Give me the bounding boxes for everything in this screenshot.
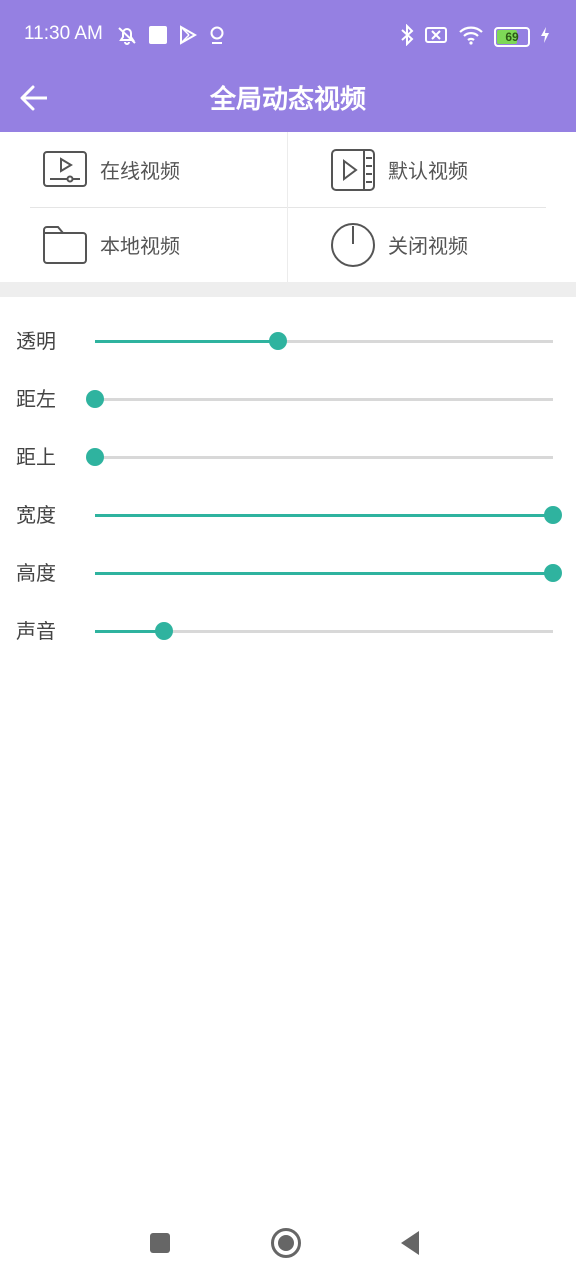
square-notification-icon (148, 25, 168, 49)
slider-thumb[interactable] (86, 390, 104, 408)
folder-icon (42, 222, 88, 268)
online-video-label: 在线视频 (100, 159, 180, 183)
battery-icon: 69 (494, 27, 530, 47)
slider-label-left-offset: 距左 (16, 387, 56, 411)
status-right-icons: 69 (400, 23, 550, 50)
location-pin-icon (208, 25, 226, 49)
online-video-icon (42, 147, 88, 193)
charging-icon (540, 26, 550, 48)
height-slider[interactable] (95, 564, 562, 582)
top-offset-slider[interactable] (86, 448, 553, 466)
slider-row-height: 高度 (0, 544, 576, 602)
app-bar: 全局动态视频 (0, 70, 576, 132)
play-store-icon (178, 25, 198, 49)
system-nav-bar (0, 1210, 576, 1280)
slider-thumb[interactable] (154, 622, 173, 640)
slider-fill (95, 630, 164, 633)
slider-label-opacity: 透明 (16, 329, 56, 353)
slider-thumb[interactable] (544, 506, 562, 524)
status-left-icons (116, 24, 226, 50)
default-video-label: 默认视频 (388, 159, 468, 183)
slider-row-left-offset: 距左 (0, 370, 576, 428)
volume-slider[interactable] (95, 622, 553, 640)
slider-row-volume: 声音 (0, 602, 576, 660)
slider-fill (95, 572, 553, 575)
battery-level: 69 (505, 30, 519, 44)
recents-square-icon (149, 1232, 171, 1258)
no-sim-icon (424, 25, 448, 49)
local-video-label: 本地视频 (100, 234, 180, 258)
width-slider[interactable] (95, 506, 562, 524)
home-circle-icon (270, 1227, 302, 1263)
close-video-button[interactable]: 关闭视频 (330, 207, 576, 282)
status-bar: 11:30 AM 69 (0, 0, 576, 70)
slider-label-height: 高度 (16, 561, 56, 585)
default-video-icon (330, 147, 376, 193)
wifi-icon (458, 25, 484, 49)
slider-fill (95, 340, 279, 343)
slider-thumb[interactable] (269, 332, 288, 350)
bluetooth-icon (400, 23, 414, 50)
power-icon (330, 222, 376, 268)
slider-row-top-offset: 距上 (0, 428, 576, 486)
home-button[interactable] (269, 1228, 303, 1262)
back-nav-button[interactable] (393, 1228, 427, 1262)
close-video-label: 关闭视频 (388, 234, 468, 258)
slider-row-width: 宽度 (0, 486, 576, 544)
section-separator (0, 282, 576, 297)
recents-button[interactable] (143, 1228, 177, 1262)
status-time: 11:30 AM (24, 23, 103, 44)
muted-bell-icon (116, 24, 138, 50)
left-offset-slider[interactable] (86, 390, 553, 408)
slider-label-width: 宽度 (16, 503, 56, 527)
slider-fill (95, 514, 553, 517)
menu-divider-horizontal (30, 207, 546, 208)
back-triangle-icon (399, 1230, 421, 1260)
slider-row-opacity: 透明 (0, 312, 576, 370)
slider-label-volume: 声音 (16, 619, 56, 643)
opacity-slider[interactable] (95, 332, 553, 350)
page-title: 全局动态视频 (209, 85, 366, 115)
slider-thumb[interactable] (86, 448, 104, 466)
slider-thumb[interactable] (544, 564, 562, 582)
menu-divider-vertical (287, 132, 288, 282)
default-video-button[interactable]: 默认视频 (330, 132, 576, 207)
slider-label-top-offset: 距上 (16, 445, 56, 469)
